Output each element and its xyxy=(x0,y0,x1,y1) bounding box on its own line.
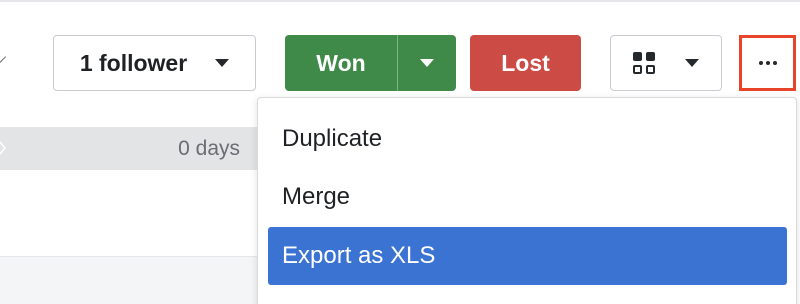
chevron-down-icon xyxy=(685,59,699,67)
deal-header: 1 follower Won Lost 0 days Duplicate Mer… xyxy=(0,0,800,304)
content-strip xyxy=(0,256,300,304)
chevron-down-icon xyxy=(215,59,230,67)
view-switcher-button[interactable] xyxy=(610,35,722,91)
stage-separator xyxy=(0,127,4,169)
grid-icon xyxy=(633,52,655,74)
menu-item-merge[interactable]: Merge xyxy=(268,168,787,226)
stage-days: 0 days xyxy=(178,137,240,160)
more-actions-menu: Duplicate Merge Export as XLS xyxy=(257,97,797,304)
ellipsis-icon xyxy=(758,61,763,65)
follower-button[interactable]: 1 follower xyxy=(53,35,256,91)
menu-item-duplicate[interactable]: Duplicate xyxy=(268,110,787,168)
menu-item-export-xls[interactable]: Export as XLS xyxy=(268,227,787,285)
chevron-down-icon[interactable] xyxy=(0,49,7,65)
won-button[interactable]: Won xyxy=(285,50,397,77)
more-actions-button[interactable] xyxy=(739,35,796,91)
chevron-down-icon xyxy=(420,59,434,67)
lost-label: Lost xyxy=(501,49,550,76)
won-button-group: Won xyxy=(285,35,456,91)
follower-label: 1 follower xyxy=(79,49,188,76)
won-options-button[interactable] xyxy=(398,35,456,91)
divider xyxy=(0,0,800,2)
lost-button[interactable]: Lost xyxy=(470,35,581,91)
